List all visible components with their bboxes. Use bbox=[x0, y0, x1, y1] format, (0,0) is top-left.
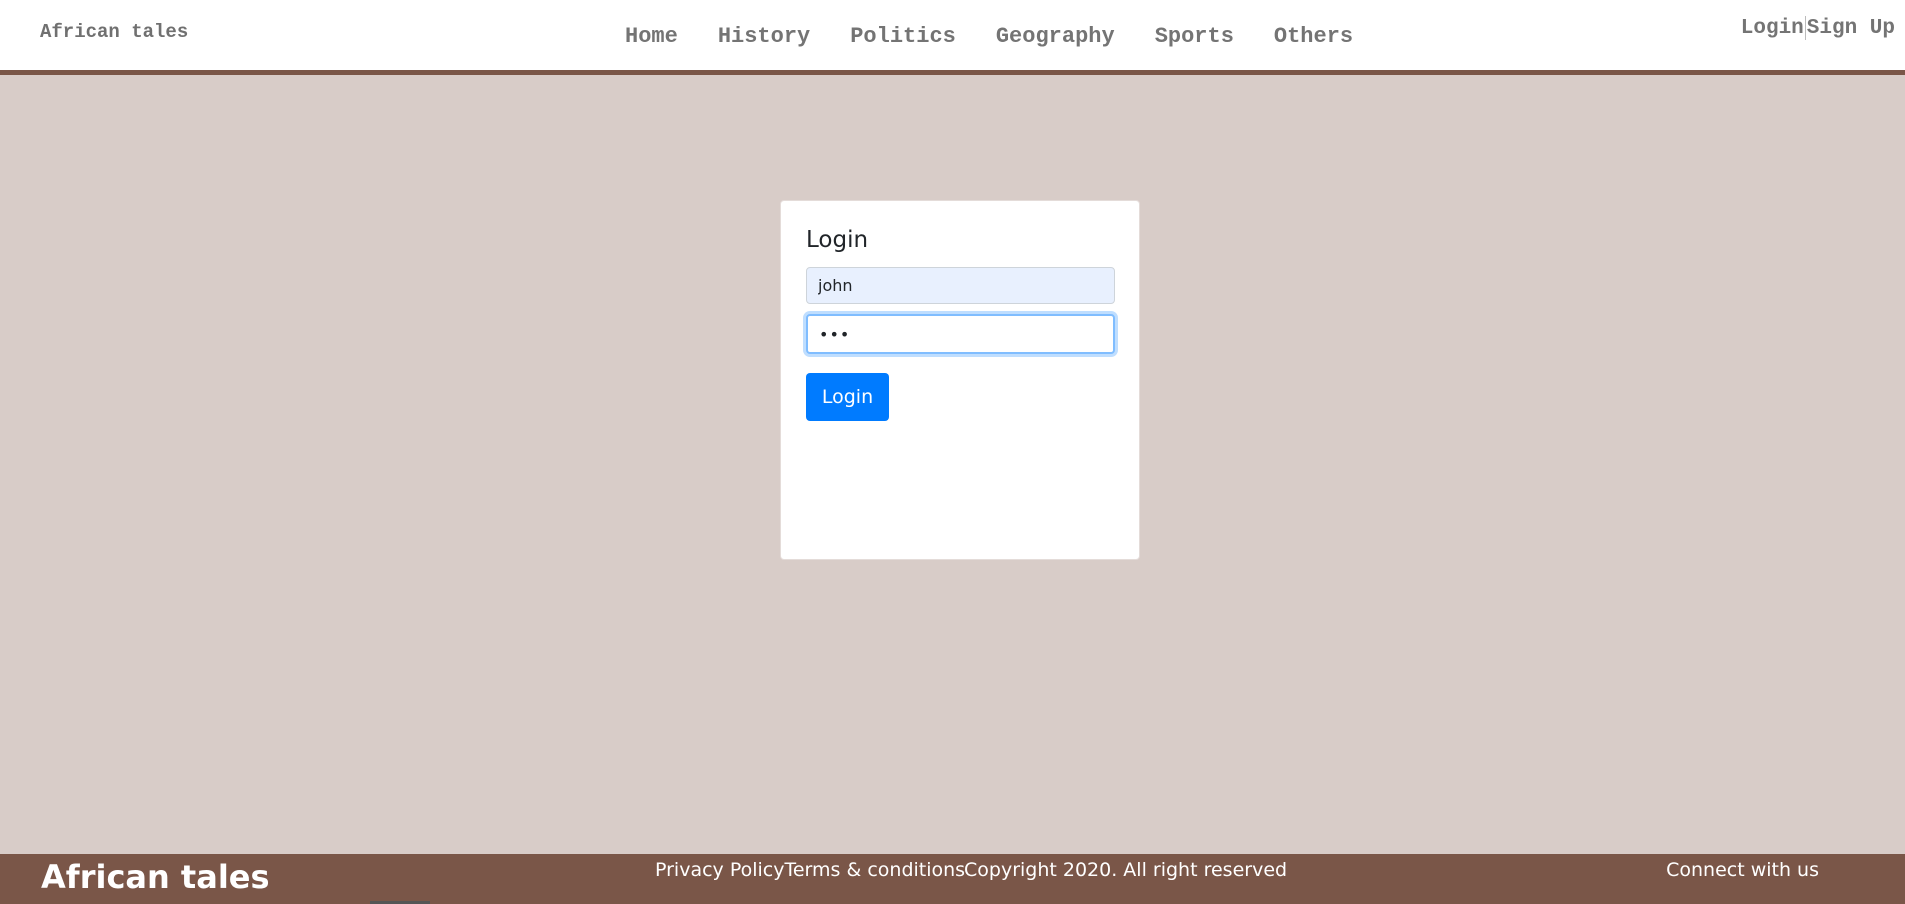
login-link[interactable]: Login bbox=[1741, 17, 1804, 40]
nav-politics[interactable]: Politics bbox=[850, 24, 956, 49]
nav-home[interactable]: Home bbox=[625, 24, 678, 49]
copyright-text: Copyright 2020. All right reserved bbox=[964, 859, 1288, 881]
login-card: Login Login bbox=[780, 200, 1140, 560]
top-navbar: African tales Home History Politics Geog… bbox=[0, 0, 1905, 75]
footer-links: Privacy PolicyTerms & conditions bbox=[655, 859, 965, 881]
connect-with-us[interactable]: Connect with us bbox=[1666, 859, 1819, 881]
footer: African tales Privacy PolicyTerms & cond… bbox=[0, 854, 1905, 904]
privacy-policy-link[interactable]: Privacy Policy bbox=[655, 859, 784, 881]
auth-links: Login Sign Up bbox=[1741, 16, 1895, 40]
login-title: Login bbox=[806, 227, 869, 253]
nav-sports[interactable]: Sports bbox=[1155, 24, 1234, 49]
nav-history[interactable]: History bbox=[718, 24, 810, 49]
terms-link[interactable]: Terms & conditions bbox=[784, 859, 965, 881]
username-input[interactable] bbox=[806, 267, 1115, 304]
password-input[interactable] bbox=[806, 314, 1115, 354]
nav-geography[interactable]: Geography bbox=[996, 24, 1115, 49]
footer-brand: African tales bbox=[41, 858, 270, 896]
login-submit-button[interactable]: Login bbox=[806, 373, 889, 421]
signup-link[interactable]: Sign Up bbox=[1807, 17, 1895, 40]
brand-logo-text[interactable]: African tales bbox=[40, 21, 188, 43]
nav-others[interactable]: Others bbox=[1274, 24, 1353, 49]
auth-divider bbox=[1804, 16, 1806, 40]
main-nav: Home History Politics Geography Sports O… bbox=[625, 24, 1353, 49]
